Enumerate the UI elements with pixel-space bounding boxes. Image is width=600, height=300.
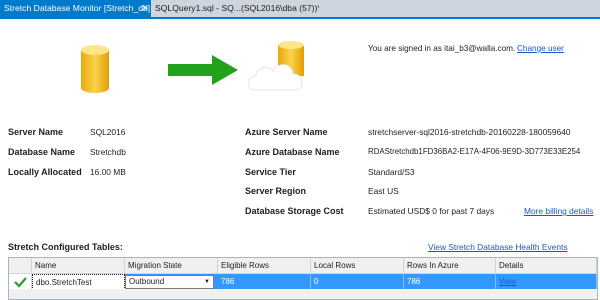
column-header-rows-in-azure[interactable]: Rows In Azure xyxy=(404,258,496,274)
server-name-label: Server Name xyxy=(8,127,64,137)
checkmark-icon xyxy=(14,277,27,288)
local-rows-cell: 0 xyxy=(311,274,404,290)
service-tier-label: Service Tier xyxy=(245,167,296,177)
column-header-details[interactable]: Details xyxy=(496,258,597,274)
column-header-name[interactable]: Name xyxy=(32,258,125,274)
database-name-value: Stretchdb xyxy=(90,147,126,157)
column-header-check[interactable] xyxy=(9,258,32,274)
document-tab-strip: Stretch Database Monitor [Stretch_db] ✕ … xyxy=(0,0,600,19)
close-icon[interactable]: ✕ xyxy=(140,0,150,17)
migration-state-dropdown[interactable]: Outbound ▼ xyxy=(125,275,214,289)
more-billing-details-link[interactable]: More billing details xyxy=(524,206,593,216)
azure-server-name-label: Azure Server Name xyxy=(245,127,328,137)
migration-state-value: Outbound xyxy=(129,277,165,286)
tab-sql-query[interactable]: SQLQuery1.sql - SQ...(SQL2016\dba (57))* xyxy=(151,0,319,17)
service-tier-value: Standard/S3 xyxy=(368,167,415,177)
database-icon xyxy=(81,45,109,93)
locally-allocated-value: 16.00 MB xyxy=(90,167,126,177)
eligible-rows-cell: 786 xyxy=(218,274,311,290)
change-user-link[interactable]: Change user xyxy=(517,44,564,53)
tab-stretch-monitor[interactable]: Stretch Database Monitor [Stretch_db] xyxy=(0,0,151,17)
database-name-label: Database Name xyxy=(8,147,76,157)
stretch-tables-grid: Name Migration State Eligible Rows Local… xyxy=(8,257,598,300)
cloud-database-icon xyxy=(248,41,304,91)
column-header-local-rows[interactable]: Local Rows xyxy=(311,258,404,274)
chevron-down-icon[interactable]: ▼ xyxy=(202,276,212,288)
tab-label: Stretch Database Monitor [Stretch_db] xyxy=(4,3,151,13)
column-header-migration-state[interactable]: Migration State xyxy=(125,258,218,274)
stretch-tables-title: Stretch Configured Tables: xyxy=(8,242,123,252)
storage-cost-value: Estimated USD$ 0 for past 7 days xyxy=(368,206,495,216)
azure-server-name-value: stretchserver-sql2016-stretchdb-20160228… xyxy=(368,127,571,137)
stretch-monitor-window: Stretch Database Monitor [Stretch_db] ✕ … xyxy=(0,0,600,300)
server-region-label: Server Region xyxy=(245,186,307,196)
details-cell: View xyxy=(496,274,597,290)
server-region-value: East US xyxy=(368,186,399,196)
locally-allocated-label: Locally Allocated xyxy=(8,167,82,177)
health-events-link[interactable]: View Stretch Database Health Events xyxy=(428,242,568,252)
signed-in-text: You are signed in as itai_b3@walla.com. xyxy=(368,44,516,53)
arrow-right-icon xyxy=(168,55,238,85)
table-name-cell[interactable]: dbo.StretchTest xyxy=(32,274,125,290)
storage-cost-label: Database Storage Cost xyxy=(245,206,344,216)
azure-database-name-value: RDAStretchdb1FD36BA2-E17A-4F06-9E9D-3D77… xyxy=(368,147,581,156)
tab-label: SQLQuery1.sql - SQ...(SQL2016\dba (57))* xyxy=(155,3,319,13)
view-details-link[interactable]: View xyxy=(499,277,516,286)
server-name-value: SQL2016 xyxy=(90,127,126,137)
rows-in-azure-cell: 786 xyxy=(404,274,496,290)
azure-database-name-label: Azure Database Name xyxy=(245,147,340,157)
horizontal-scrollbar[interactable] xyxy=(9,289,597,299)
row-checkbox[interactable] xyxy=(9,274,32,290)
column-header-eligible-rows[interactable]: Eligible Rows xyxy=(218,258,311,274)
